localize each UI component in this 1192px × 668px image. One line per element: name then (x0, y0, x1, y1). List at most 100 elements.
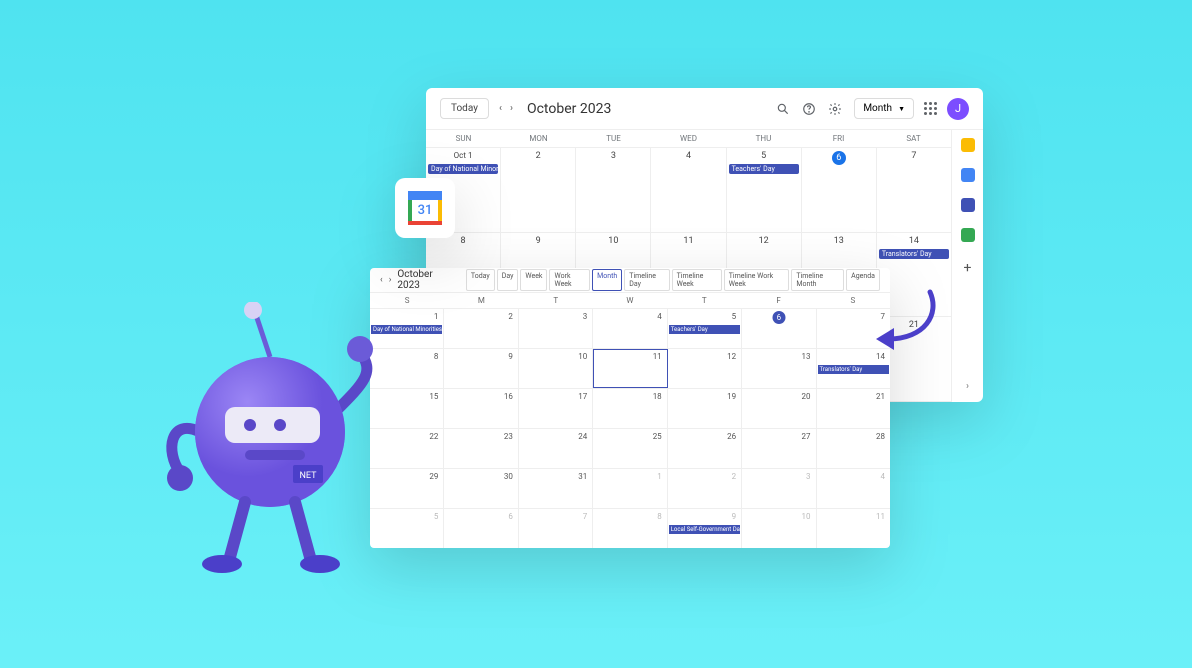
sf-day-cell[interactable]: 20 (742, 389, 816, 428)
avatar[interactable]: J (947, 98, 969, 120)
sf-day-cell[interactable]: 6 (742, 309, 816, 348)
day-number: 13 (802, 352, 811, 361)
view-button-day[interactable]: Day (497, 269, 519, 291)
view-label: Month (863, 103, 892, 114)
gc-header: Today ‹ › October 2023 Month ▼ J (426, 88, 983, 130)
view-button-today[interactable]: Today (466, 269, 495, 291)
sf-day-cell[interactable]: 3 (519, 309, 593, 348)
sf-day-cell[interactable]: 19 (668, 389, 742, 428)
view-button-timeline-week[interactable]: Timeline Week (672, 269, 722, 291)
day-number: 21 (876, 392, 885, 401)
sf-day-cell[interactable]: 10 (519, 349, 593, 388)
sf-day-cell[interactable]: 25 (593, 429, 667, 468)
today-button[interactable]: Today (440, 98, 489, 119)
day-number: 3 (806, 472, 811, 481)
day-number: 16 (504, 392, 513, 401)
view-select[interactable]: Month ▼ (854, 98, 914, 119)
day-number: 6 (508, 512, 513, 521)
gc-day-cell[interactable]: 6 (802, 148, 877, 232)
sf-day-cell[interactable]: 28 (817, 429, 890, 468)
calendar-event[interactable]: Day of National Minori (428, 164, 498, 174)
sf-day-cell[interactable]: 9Local Self-Government Day (668, 509, 742, 548)
sf-day-cell[interactable]: 11 (593, 349, 667, 388)
sf-day-cell[interactable]: 21 (817, 389, 890, 428)
day-number: Oct 1 (454, 151, 473, 160)
day-number: 4 (880, 472, 885, 481)
day-number: 29 (429, 472, 438, 481)
sf-day-cell[interactable]: 4 (593, 309, 667, 348)
chevron-down-icon: ▼ (898, 105, 905, 113)
sf-day-cell[interactable]: 9 (444, 349, 518, 388)
day-number: 1 (657, 472, 662, 481)
sf-day-cell[interactable]: 2 (444, 309, 518, 348)
apps-icon[interactable] (924, 102, 937, 115)
calendar-event[interactable]: Local Self-Government Day (669, 525, 740, 534)
sf-day-cell[interactable]: 18 (593, 389, 667, 428)
next-icon[interactable]: › (389, 275, 392, 285)
sf-day-cell[interactable]: 2 (668, 469, 742, 508)
view-button-timeline-month[interactable]: Timeline Month (791, 269, 844, 291)
day-number: 2 (536, 151, 541, 161)
sf-day-cell[interactable]: 17 (519, 389, 593, 428)
view-button-work-week[interactable]: Work Week (549, 269, 590, 291)
view-button-month[interactable]: Month (592, 269, 622, 291)
help-icon[interactable] (800, 100, 818, 118)
sf-day-cell[interactable]: 3 (742, 469, 816, 508)
sf-day-cell[interactable]: 1 (593, 469, 667, 508)
view-button-timeline-day[interactable]: Timeline Day (624, 269, 669, 291)
sf-day-cell[interactable]: 8 (593, 509, 667, 548)
gc-day-header: SAT (876, 130, 951, 147)
sf-day-cell[interactable]: 30 (444, 469, 518, 508)
arrow-icon (870, 284, 950, 364)
view-button-timeline-work-week[interactable]: Timeline Work Week (724, 269, 790, 291)
day-number: 10 (578, 352, 587, 361)
sf-day-cell[interactable]: 6 (444, 509, 518, 548)
calendar-event[interactable]: Translators' Day (818, 365, 889, 374)
search-icon[interactable] (774, 100, 792, 118)
sf-day-cell[interactable]: 27 (742, 429, 816, 468)
sf-day-cell[interactable]: 31 (519, 469, 593, 508)
day-number: 7 (583, 512, 588, 521)
day-number: 30 (504, 472, 513, 481)
view-button-week[interactable]: Week (520, 269, 547, 291)
day-number: 20 (802, 392, 811, 401)
sf-day-cell[interactable]: 7 (519, 509, 593, 548)
gc-day-cell[interactable]: 7 (877, 148, 951, 232)
sf-day-cell[interactable]: 4 (817, 469, 890, 508)
sf-day-cell[interactable]: 5Teachers' Day (668, 309, 742, 348)
gear-icon[interactable] (826, 100, 844, 118)
side-app-icon[interactable] (961, 138, 975, 152)
gc-day-header: MON (501, 130, 576, 147)
sf-day-cell[interactable]: 26 (668, 429, 742, 468)
prev-icon[interactable]: ‹ (499, 103, 502, 114)
sf-day-cell[interactable]: 23 (444, 429, 518, 468)
sf-day-cell[interactable]: 12 (668, 349, 742, 388)
prev-icon[interactable]: ‹ (380, 275, 383, 285)
collapse-icon[interactable]: › (966, 381, 969, 392)
calendar-event[interactable]: Teachers' Day (729, 164, 799, 174)
gc-day-cell[interactable]: 5 Teachers' Day (727, 148, 802, 232)
sf-day-cell[interactable]: 16 (444, 389, 518, 428)
next-icon[interactable]: › (510, 103, 513, 114)
day-number: 11 (876, 512, 885, 521)
day-number: 3 (611, 151, 616, 161)
calendar-event[interactable]: Teachers' Day (669, 325, 740, 334)
gc-day-cell[interactable]: 3 (576, 148, 651, 232)
side-app-icon[interactable] (961, 228, 975, 242)
sf-day-header: W (593, 293, 667, 308)
add-icon[interactable]: + (964, 260, 972, 276)
day-number: 5 (761, 151, 766, 161)
day-number: 27 (802, 432, 811, 441)
calendar-event[interactable]: Translators' Day (879, 249, 949, 259)
gc-day-cell[interactable]: 4 (651, 148, 726, 232)
sf-day-cell[interactable]: 11 (817, 509, 890, 548)
syncfusion-scheduler-panel: ‹ › October 2023 TodayDayWeekWork WeekMo… (370, 268, 890, 548)
sf-day-header: F (741, 293, 815, 308)
side-app-icon[interactable] (961, 198, 975, 212)
sf-day-cell[interactable]: 10 (742, 509, 816, 548)
svg-text:NET: NET (300, 471, 318, 481)
side-app-icon[interactable] (961, 168, 975, 182)
sf-day-cell[interactable]: 24 (519, 429, 593, 468)
gc-day-cell[interactable]: 2 (501, 148, 576, 232)
sf-day-cell[interactable]: 13 (742, 349, 816, 388)
